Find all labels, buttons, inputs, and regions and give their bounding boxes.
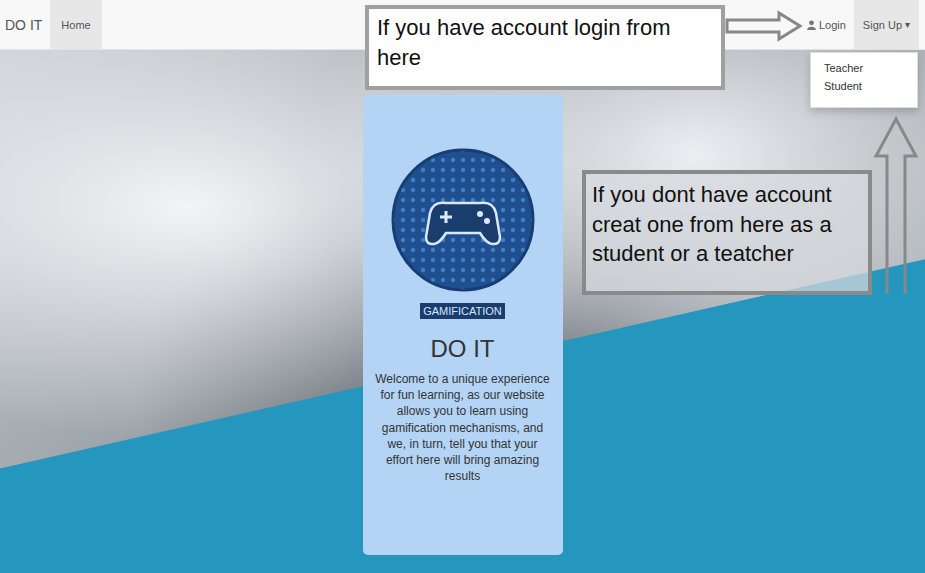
signup-option[interactable]: Teacher: [811, 59, 917, 77]
card-text: Welcome to a unique experience for fun l…: [375, 371, 551, 484]
nav-item[interactable]: Home: [50, 0, 101, 49]
card-title: DO IT: [431, 335, 495, 363]
login-link[interactable]: Login: [799, 0, 854, 49]
login-annotation: If you have account login from here: [365, 5, 725, 90]
up-arrow-icon: [873, 116, 919, 296]
signup-option[interactable]: Student: [811, 77, 917, 95]
brand[interactable]: DO IT: [0, 0, 50, 49]
page: DO ITHome LoginSign Up ▾GAMIFICATIONDO I…: [0, 0, 925, 573]
caret-icon: ▾: [905, 19, 910, 30]
signup-menu: TeacherStudent: [810, 52, 918, 108]
hero: GAMIFICATION DO IT Welcome to a unique exp…: [0, 50, 925, 573]
gamification-badge: GAMIFICATION: [420, 303, 505, 319]
right-arrow-icon: [725, 10, 803, 42]
signup-annotation: If you dont have account creat one from …: [582, 170, 872, 295]
signup-dropdown[interactable]: Sign Up ▾: [854, 0, 919, 49]
nav-right: LoginSign Up ▾: [799, 0, 925, 49]
welcome-card: GAMIFICATION DO IT Welcome to a unique exp…: [363, 95, 563, 555]
user-icon: [807, 20, 816, 30]
gamepad-logo-icon: [388, 145, 538, 295]
